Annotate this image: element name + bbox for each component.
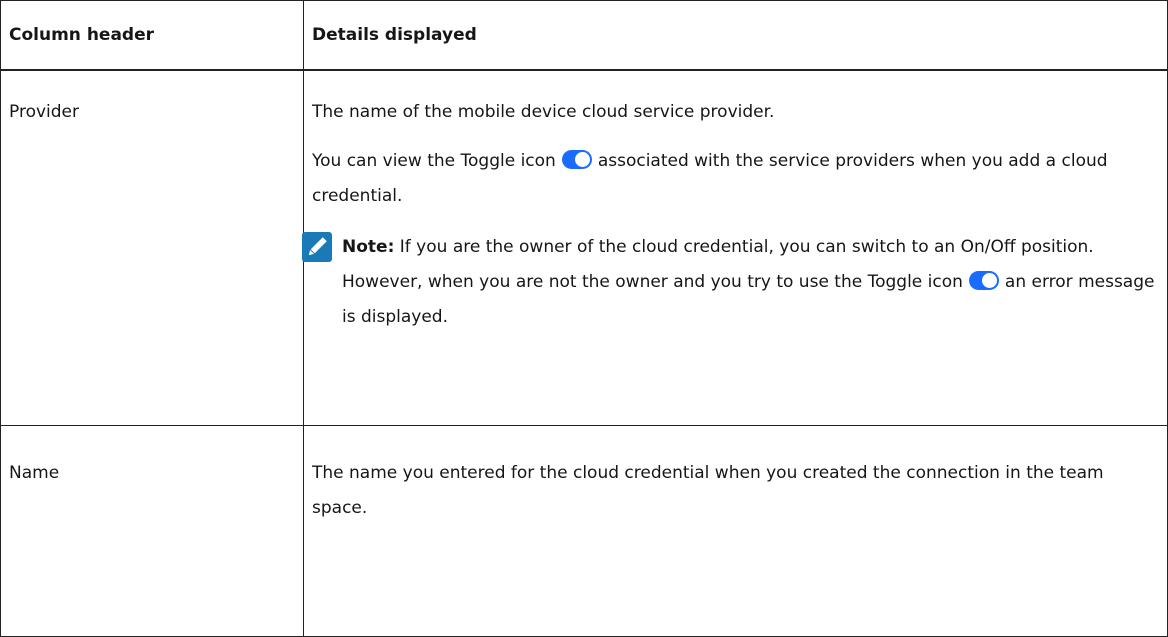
name-label: Name	[9, 463, 60, 483]
note-text: Note: If you are the owner of the cloud …	[342, 230, 1159, 335]
row-column-name: Name	[0, 425, 304, 637]
table-row: Provider The name of the mobile device c…	[0, 69, 1168, 426]
details-table: Column header Details displayed Provider…	[0, 0, 1168, 637]
toggle-icon	[561, 149, 592, 169]
column-header-label: Column header	[0, 0, 304, 71]
provider-label: Provider	[9, 102, 79, 122]
note-block: Note: If you are the owner of the cloud …	[302, 230, 1159, 335]
row-details: The name you entered for the cloud crede…	[303, 425, 1168, 637]
row-column-name: Provider	[0, 69, 304, 426]
toggle-info-paragraph: You can view the Toggle icon associated w…	[312, 144, 1159, 214]
details-header-label: Details displayed	[303, 0, 1168, 71]
table-header-row: Column header Details displayed	[0, 0, 1168, 71]
table-row: Name The name you entered for the cloud …	[0, 425, 1168, 637]
provider-description: The name of the mobile device cloud serv…	[312, 102, 775, 122]
name-description: The name you entered for the cloud crede…	[312, 463, 1104, 518]
note-label: Note:	[342, 237, 395, 257]
row-details: The name of the mobile device cloud serv…	[302, 69, 1168, 426]
note-pencil-icon	[302, 232, 332, 262]
toggle-info-text-before: You can view the Toggle icon	[312, 151, 556, 171]
toggle-icon	[968, 270, 999, 290]
